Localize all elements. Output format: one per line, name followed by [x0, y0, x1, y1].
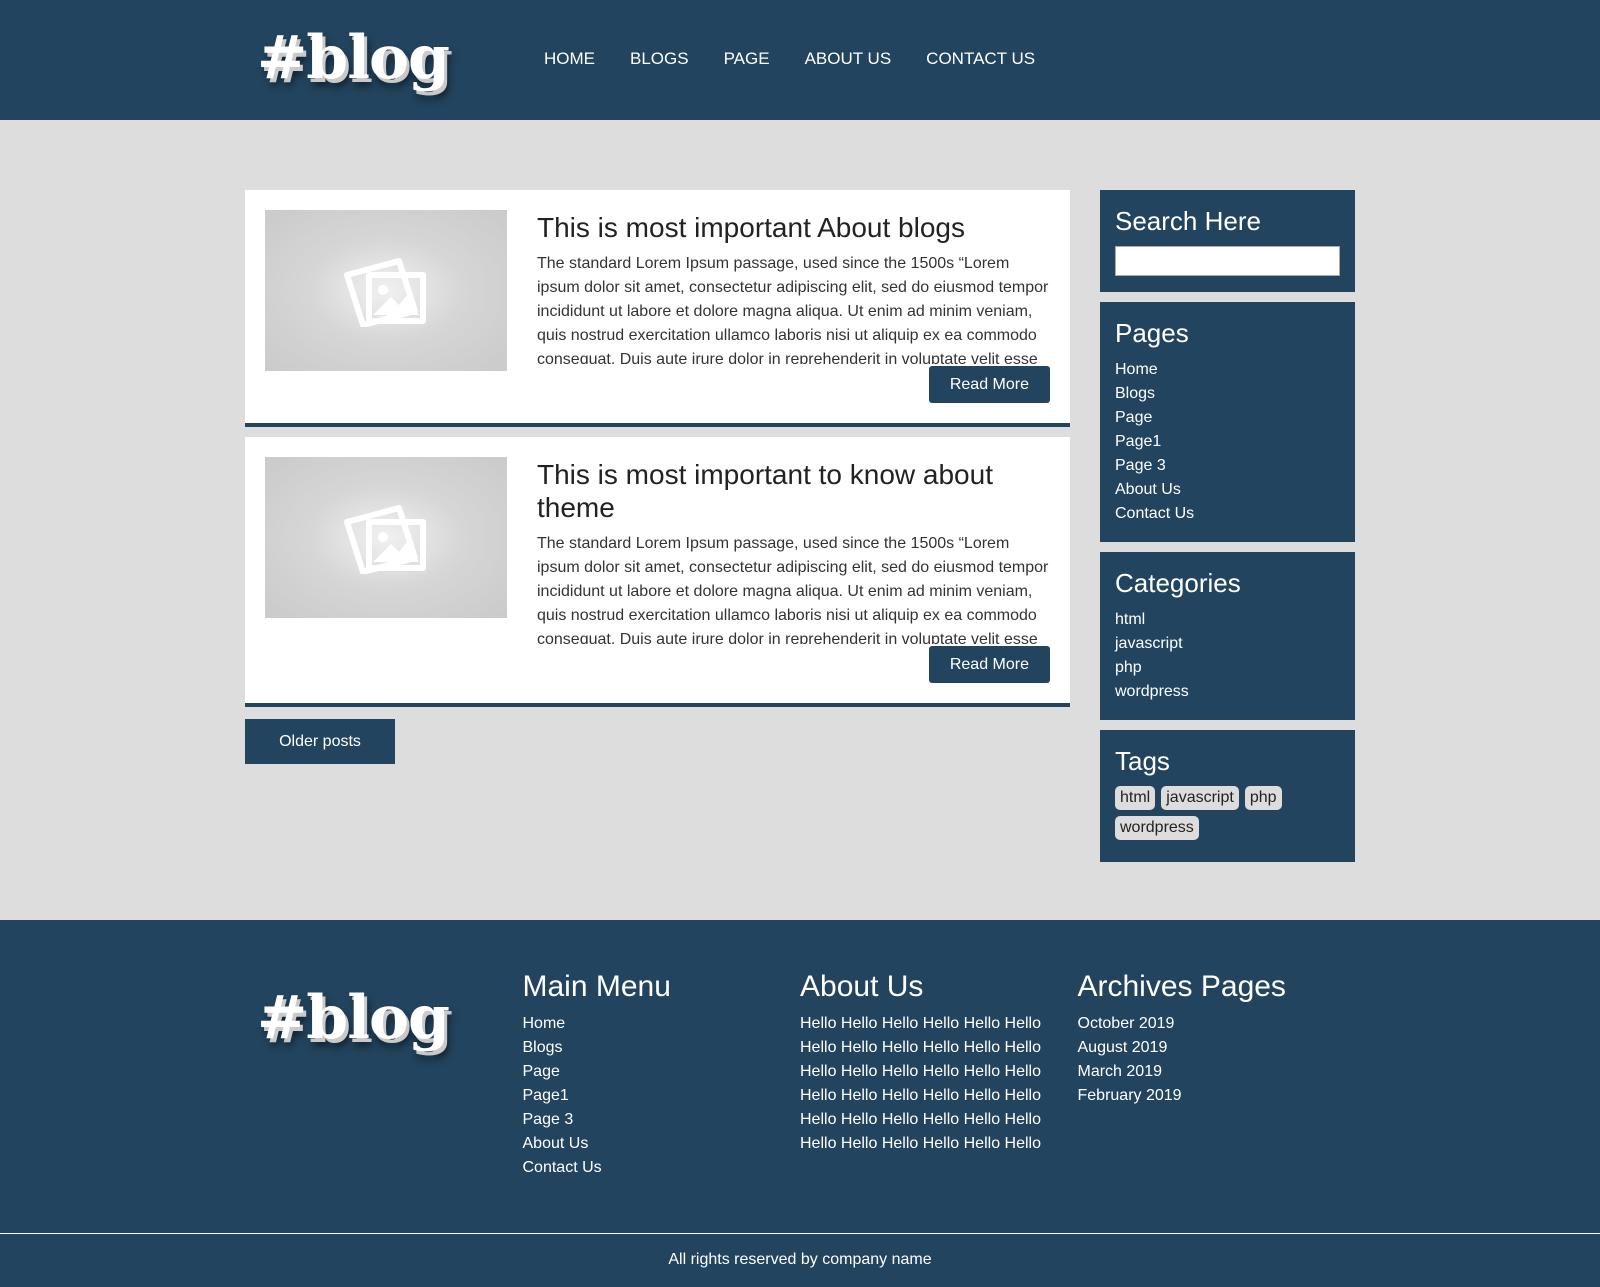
main-content: This is most important About blogs The s… — [0, 120, 1600, 920]
post-excerpt: The standard Lorem Ipsum passage, used s… — [537, 535, 1049, 644]
footer-menu-link[interactable]: About Us — [523, 1132, 801, 1156]
sidebar-page-link[interactable]: Page 3 — [1115, 454, 1340, 478]
footer-logo[interactable]: #blog — [257, 988, 523, 1048]
pages-widget-title: Pages — [1115, 318, 1189, 348]
nav-page[interactable]: PAGE — [724, 49, 770, 69]
tag-chip[interactable]: php — [1244, 786, 1282, 810]
sidebar-page-link[interactable]: About Us — [1115, 478, 1340, 502]
tag-chip[interactable]: wordpress — [1115, 816, 1199, 840]
read-more-button[interactable]: Read More — [928, 366, 1050, 403]
copyright-text: All rights reserved by company name — [0, 1233, 1600, 1287]
footer-about-title: About Us — [800, 970, 924, 1003]
image-placeholder-icon — [344, 257, 426, 327]
footer-menu-link[interactable]: Page 3 — [523, 1108, 801, 1132]
archive-link[interactable]: February 2019 — [1078, 1084, 1356, 1108]
categories-widget-title: Categories — [1115, 568, 1241, 598]
nav-about-us[interactable]: ABOUT US — [805, 49, 892, 69]
sidebar-page-link[interactable]: Page1 — [1115, 430, 1340, 454]
sidebar-page-link[interactable]: Page — [1115, 406, 1340, 430]
footer-about-text: Hello Hello Hello Hello Hello Hello Hell… — [800, 1015, 1041, 1152]
archive-link[interactable]: March 2019 — [1078, 1060, 1356, 1084]
category-link[interactable]: php — [1115, 656, 1340, 680]
post-thumbnail[interactable] — [265, 457, 507, 618]
categories-widget: Categories html javascript php wordpress — [1100, 552, 1355, 720]
post-title[interactable]: This is most important to know about the… — [537, 458, 1050, 524]
nav-home[interactable]: HOME — [544, 49, 595, 69]
site-header: #blog HOME BLOGS PAGE ABOUT US CONTACT U… — [0, 0, 1600, 120]
footer-archives-title: Archives Pages — [1077, 970, 1286, 1003]
post-card: This is most important About blogs The s… — [245, 190, 1070, 427]
site-footer: #blog Main Menu Home Blogs Page Page1 Pa… — [0, 920, 1600, 1287]
nav-contact-us[interactable]: CONTACT US — [926, 49, 1035, 69]
post-excerpt: The standard Lorem Ipsum passage, used s… — [537, 255, 1049, 364]
footer-main-menu: Main Menu Home Blogs Page Page1 Page 3 A… — [523, 970, 801, 1180]
nav-blogs[interactable]: BLOGS — [630, 49, 689, 69]
post-card: This is most important to know about the… — [245, 437, 1070, 707]
search-input[interactable] — [1115, 246, 1340, 276]
footer-menu-link[interactable]: Blogs — [523, 1036, 801, 1060]
tags-widget: Tags html javascript php wordpress — [1100, 730, 1355, 862]
tag-chip[interactable]: html — [1115, 786, 1156, 810]
site-logo[interactable]: #blog — [257, 28, 450, 88]
sidebar: Search Here Pages Home Blogs Page Page1 … — [1100, 190, 1355, 872]
sidebar-page-link[interactable]: Home — [1115, 358, 1340, 382]
read-more-button[interactable]: Read More — [928, 646, 1050, 683]
footer-menu-link[interactable]: Page1 — [523, 1084, 801, 1108]
footer-about: About Us Hello Hello Hello Hello Hello H… — [800, 970, 1078, 1180]
main-nav: HOME BLOGS PAGE ABOUT US CONTACT US — [544, 49, 1070, 69]
category-link[interactable]: wordpress — [1115, 680, 1340, 704]
pages-widget: Pages Home Blogs Page Page1 Page 3 About… — [1100, 302, 1355, 542]
search-widget-title: Search Here — [1115, 206, 1261, 236]
sidebar-page-link[interactable]: Contact Us — [1115, 502, 1340, 526]
post-title[interactable]: This is most important About blogs — [537, 211, 1050, 244]
footer-archives: Archives Pages October 2019 August 2019 … — [1078, 970, 1356, 1180]
image-placeholder-icon — [344, 504, 426, 574]
post-list: This is most important About blogs The s… — [245, 190, 1070, 764]
category-link[interactable]: javascript — [1115, 632, 1340, 656]
older-posts-button[interactable]: Older posts — [245, 719, 395, 764]
search-widget: Search Here — [1100, 190, 1355, 292]
archive-link[interactable]: October 2019 — [1078, 1012, 1356, 1036]
archive-link[interactable]: August 2019 — [1078, 1036, 1356, 1060]
footer-main-menu-title: Main Menu — [522, 970, 671, 1003]
category-link[interactable]: html — [1115, 608, 1340, 632]
tags-widget-title: Tags — [1115, 746, 1170, 776]
footer-menu-link[interactable]: Contact Us — [523, 1156, 801, 1180]
footer-menu-link[interactable]: Page — [523, 1060, 801, 1084]
post-thumbnail[interactable] — [265, 210, 507, 371]
tag-chip[interactable]: javascript — [1161, 786, 1239, 810]
footer-menu-link[interactable]: Home — [523, 1012, 801, 1036]
sidebar-page-link[interactable]: Blogs — [1115, 382, 1340, 406]
